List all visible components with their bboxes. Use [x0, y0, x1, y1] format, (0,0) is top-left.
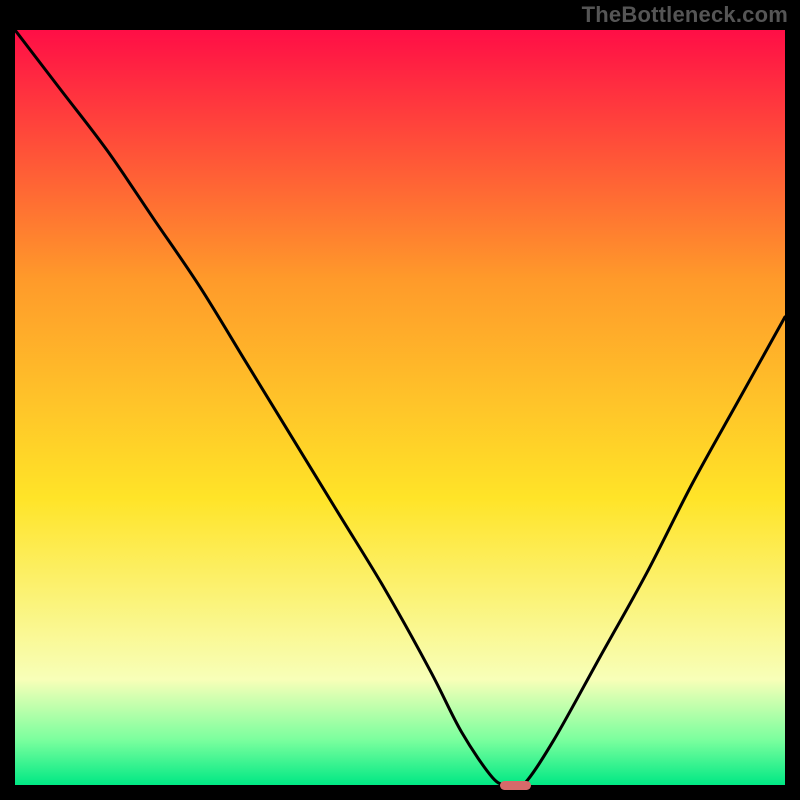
- watermark-text: TheBottleneck.com: [582, 2, 788, 28]
- optimal-marker: [500, 781, 531, 790]
- chart-stage: TheBottleneck.com: [0, 0, 800, 800]
- gradient-rect: [15, 30, 785, 785]
- bottleneck-plot: [15, 30, 785, 785]
- plot-frame: [15, 30, 785, 785]
